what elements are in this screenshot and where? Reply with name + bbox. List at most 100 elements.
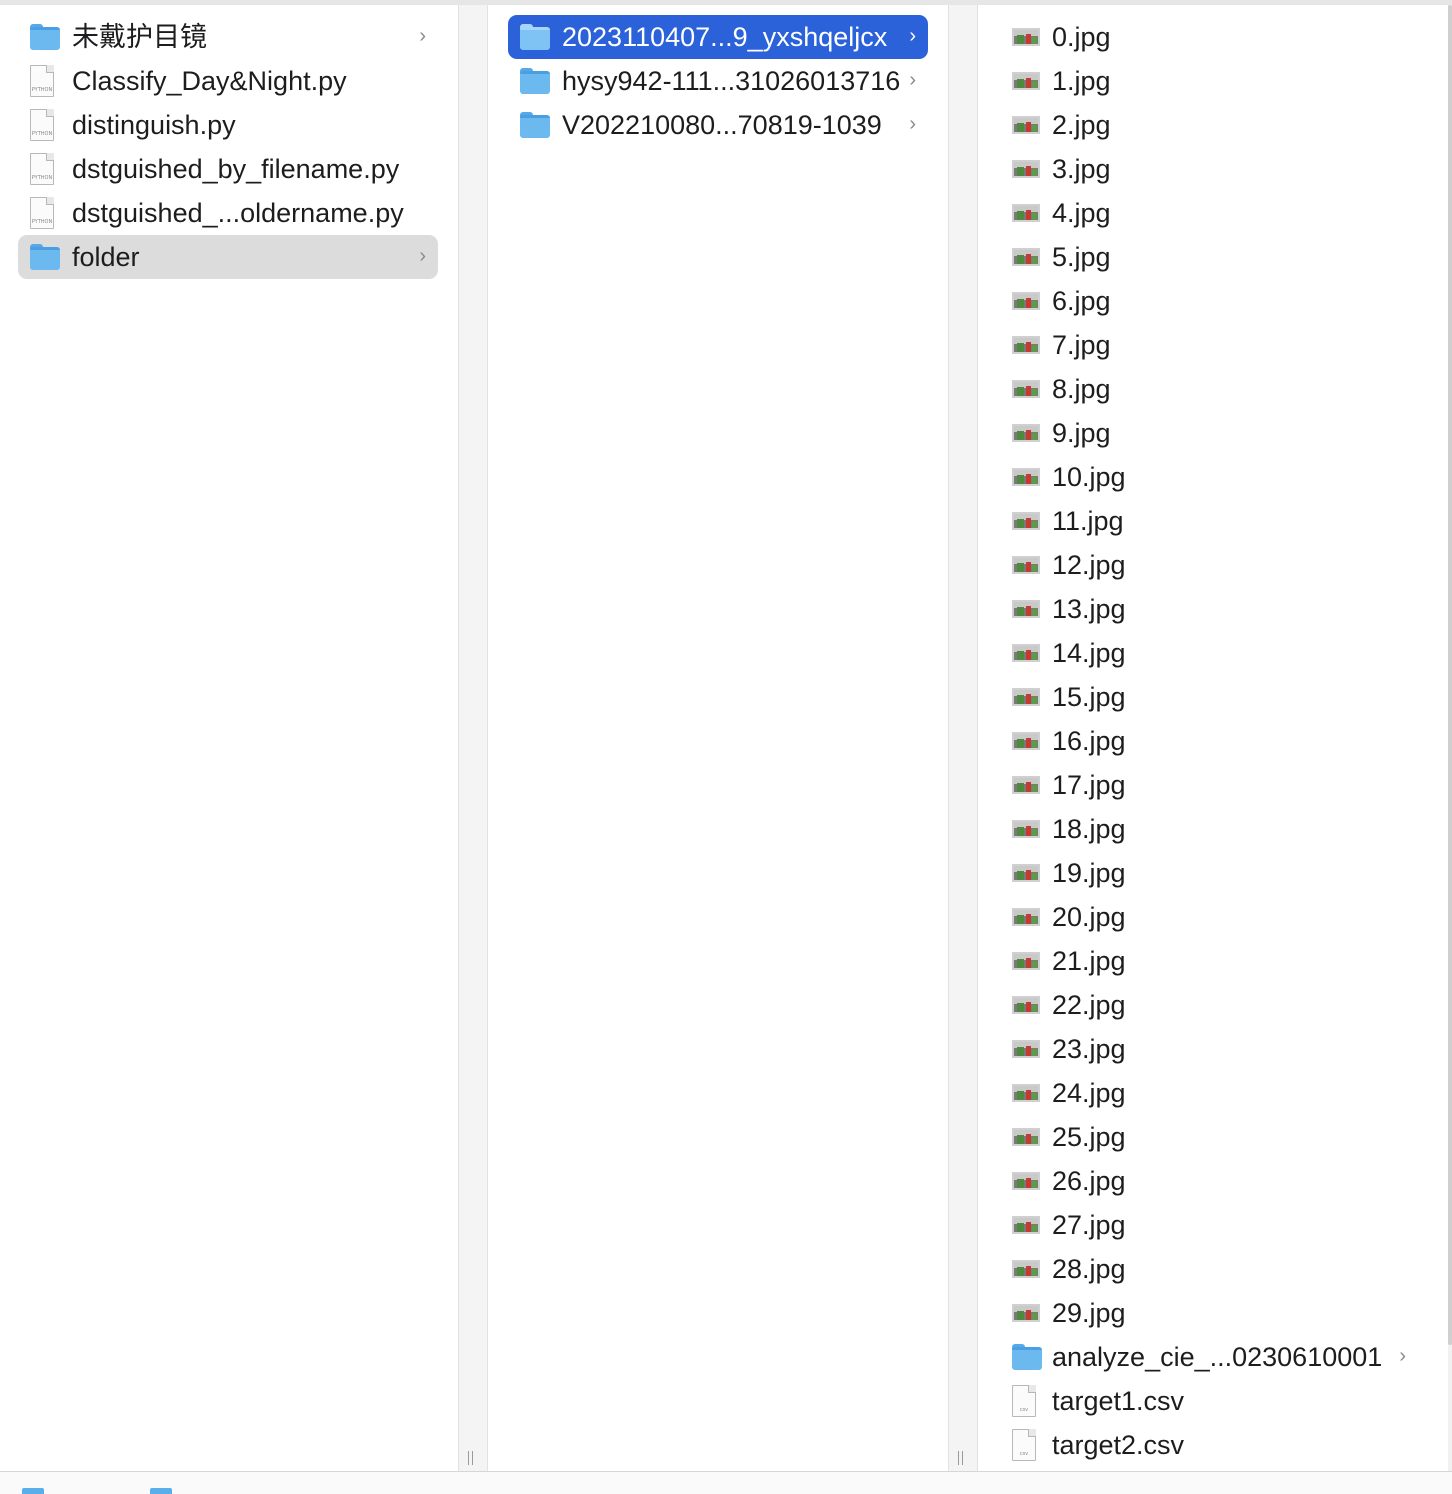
list-item[interactable]: 未戴护目镜 ›: [18, 15, 438, 59]
item-label: target2.csv: [1052, 1430, 1185, 1460]
list-item[interactable]: 8.jpg: [998, 367, 1418, 411]
image-file-icon: [1012, 600, 1040, 618]
list-item[interactable]: 11.jpg: [998, 499, 1418, 543]
list-item[interactable]: 14.jpg: [998, 631, 1418, 675]
image-file-icon: [1012, 732, 1040, 750]
image-file-icon: [1012, 1084, 1040, 1102]
list-item[interactable]: 25.jpg: [998, 1115, 1418, 1159]
image-file-icon: [1012, 1040, 1040, 1058]
scrollbar-thumb[interactable]: [1448, 5, 1452, 1345]
item-label: 18.jpg: [1052, 814, 1126, 844]
image-file-icon: [1012, 336, 1040, 354]
list-item[interactable]: 15.jpg: [998, 675, 1418, 719]
list-item[interactable]: 4.jpg: [998, 191, 1418, 235]
image-file-icon: [1012, 776, 1040, 794]
list-item[interactable]: 23.jpg: [998, 1027, 1418, 1071]
list-item[interactable]: PYTHON dstguished_by_filename.py: [18, 147, 438, 191]
list-item[interactable]: 17.jpg: [998, 763, 1418, 807]
path-crumb-folder[interactable]: [22, 1486, 54, 1494]
list-item[interactable]: folder ›: [18, 235, 438, 279]
image-file-icon: [1012, 72, 1040, 90]
list-item[interactable]: 18.jpg: [998, 807, 1418, 851]
folder-icon: [520, 24, 550, 50]
list-item[interactable]: 13.jpg: [998, 587, 1418, 631]
csv-file-icon: csv: [1012, 1429, 1036, 1461]
image-file-icon: [1012, 424, 1040, 442]
list-item[interactable]: analyze_cie_...0230610001 ›: [998, 1335, 1418, 1379]
item-label: 11.jpg: [1052, 506, 1124, 536]
image-file-icon: [1012, 116, 1040, 134]
list-item[interactable]: 12.jpg: [998, 543, 1418, 587]
item-label: 20.jpg: [1052, 902, 1126, 932]
item-label: target1.csv: [1052, 1386, 1185, 1416]
image-file-icon: [1012, 556, 1040, 574]
column-subfolder[interactable]: 0.jpg 1.jpg 2.jpg 3.jpg 4.jpg 5.jpg 6.jpg 7.jpg…: [978, 5, 1438, 1471]
column-divider-1[interactable]: [458, 5, 488, 1471]
item-label: 25.jpg: [1052, 1122, 1126, 1152]
item-label: 4.jpg: [1052, 198, 1111, 228]
folder-icon: [520, 68, 550, 94]
item-label: 22.jpg: [1052, 990, 1126, 1020]
list-item[interactable]: 0.jpg: [998, 15, 1418, 59]
path-bar: [0, 1471, 1452, 1494]
item-label: 21.jpg: [1052, 946, 1126, 976]
list-item[interactable]: hysy942-111...31026013716 ›: [508, 59, 928, 103]
list-item[interactable]: 6.jpg: [998, 279, 1418, 323]
list-item[interactable]: 19.jpg: [998, 851, 1418, 895]
item-label: 19.jpg: [1052, 858, 1126, 888]
list-item[interactable]: 27.jpg: [998, 1203, 1418, 1247]
folder-icon: [30, 24, 60, 50]
column-folder[interactable]: 2023110407...9_yxshqeljcx › hysy942-111...…: [488, 5, 948, 1471]
list-item[interactable]: 7.jpg: [998, 323, 1418, 367]
list-item[interactable]: csv target2.csv: [998, 1423, 1418, 1467]
list-item[interactable]: 22.jpg: [998, 983, 1418, 1027]
folder-icon: [150, 1488, 172, 1494]
image-file-icon: [1012, 1304, 1040, 1322]
list-item[interactable]: 9.jpg: [998, 411, 1418, 455]
image-file-icon: [1012, 820, 1040, 838]
item-label: analyze_cie_...0230610001: [1052, 1342, 1383, 1372]
list-item[interactable]: 10.jpg: [998, 455, 1418, 499]
chevron-right-icon: ›: [419, 245, 426, 267]
image-file-icon: [1012, 1260, 1040, 1278]
column-resize-handle-1[interactable]: [467, 1451, 475, 1465]
list-item[interactable]: 1.jpg: [998, 59, 1418, 103]
list-item[interactable]: 16.jpg: [998, 719, 1418, 763]
list-item[interactable]: 2023110407...9_yxshqeljcx ›: [508, 15, 928, 59]
item-label: 9.jpg: [1052, 418, 1111, 448]
path-crumb-subfolder[interactable]: [150, 1486, 182, 1494]
item-label: Classify_Day&Night.py: [72, 66, 347, 96]
list-item[interactable]: 3.jpg: [998, 147, 1418, 191]
list-item[interactable]: 5.jpg: [998, 235, 1418, 279]
item-label: 5.jpg: [1052, 242, 1111, 272]
item-label: 2.jpg: [1052, 110, 1111, 140]
list-item[interactable]: 26.jpg: [998, 1159, 1418, 1203]
image-file-icon: [1012, 28, 1040, 46]
item-label: distinguish.py: [72, 110, 236, 140]
chevron-right-icon: ›: [1399, 1345, 1406, 1367]
item-label: 未戴护目镜: [72, 22, 207, 52]
item-label: 0.jpg: [1052, 22, 1111, 52]
folder-icon: [30, 244, 60, 270]
item-label: 13.jpg: [1052, 594, 1126, 624]
item-label: hysy942-111...31026013716: [562, 66, 901, 96]
list-item[interactable]: PYTHON distinguish.py: [18, 103, 438, 147]
image-file-icon: [1012, 864, 1040, 882]
list-item[interactable]: 28.jpg: [998, 1247, 1418, 1291]
list-item[interactable]: V202210080...70819-1039 ›: [508, 103, 928, 147]
item-label: 24.jpg: [1052, 1078, 1126, 1108]
list-item[interactable]: 29.jpg: [998, 1291, 1418, 1335]
list-item[interactable]: 24.jpg: [998, 1071, 1418, 1115]
list-item[interactable]: PYTHON dstguished_...oldername.py: [18, 191, 438, 235]
list-item[interactable]: 20.jpg: [998, 895, 1418, 939]
column-root[interactable]: 未戴护目镜 › PYTHON Classify_Day&Night.py PYTHON d…: [0, 5, 458, 1471]
list-item[interactable]: 2.jpg: [998, 103, 1418, 147]
column-resize-handle-2[interactable]: [957, 1451, 965, 1465]
list-item[interactable]: 21.jpg: [998, 939, 1418, 983]
list-item[interactable]: csv target1.csv: [998, 1379, 1418, 1423]
item-label: 8.jpg: [1052, 374, 1111, 404]
python-file-icon: PYTHON: [30, 197, 54, 229]
item-label: 12.jpg: [1052, 550, 1126, 580]
column-divider-2[interactable]: [948, 5, 978, 1471]
list-item[interactable]: PYTHON Classify_Day&Night.py: [18, 59, 438, 103]
